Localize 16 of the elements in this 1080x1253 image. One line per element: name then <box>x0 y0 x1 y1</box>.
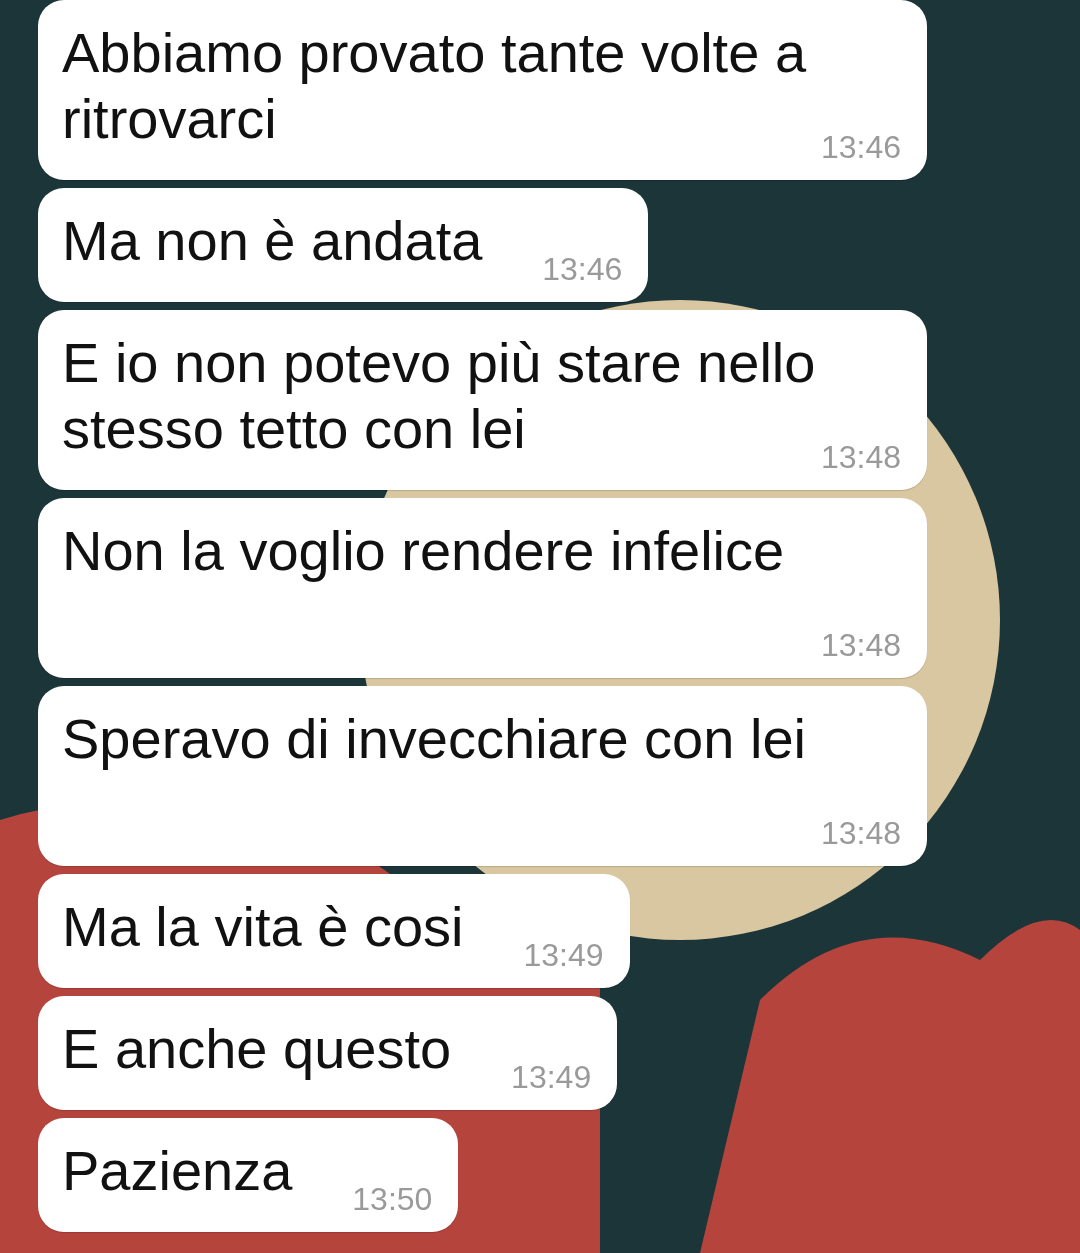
message-text: E anche questo <box>62 1017 452 1080</box>
message-text: Non la voglio rendere infelice <box>62 519 785 582</box>
message-text: Pazienza <box>62 1139 293 1202</box>
message-text: Speravo di invecchiare con lei <box>62 707 806 770</box>
message-text: Ma la vita è cosi <box>62 895 464 958</box>
message-text: Ma non è andata <box>62 209 483 272</box>
message-time: 13:48 <box>820 626 901 664</box>
message-time: 13:49 <box>511 1058 592 1096</box>
message-time: 13:48 <box>820 438 901 476</box>
message-text: Abbiamo provato tante volte a ritrovarci <box>62 21 807 150</box>
message-text: E io non potevo più stare nello stesso tetto con lei <box>62 331 816 460</box>
message-time: 13:50 <box>352 1180 433 1218</box>
message-time: 13:48 <box>820 814 901 852</box>
message-time: 13:46 <box>820 128 901 166</box>
message-time: 13:49 <box>523 936 604 974</box>
message-time: 13:46 <box>542 250 623 288</box>
